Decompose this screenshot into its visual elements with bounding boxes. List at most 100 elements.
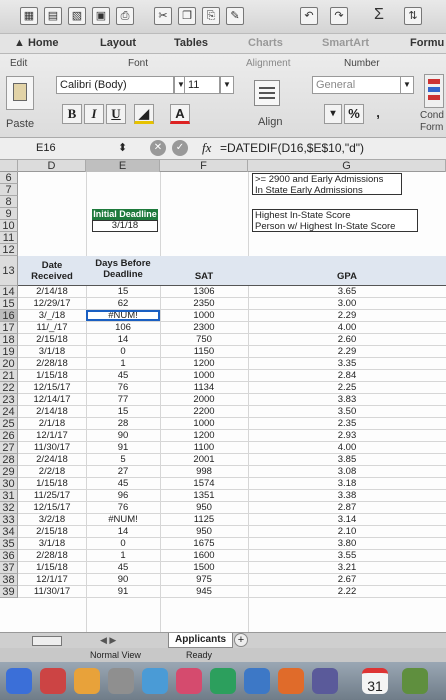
cell-gpa[interactable]: 4.00 xyxy=(248,442,446,453)
template-icon[interactable]: ▤ xyxy=(44,7,62,25)
cell-gpa[interactable]: 2.29 xyxy=(248,310,446,321)
app-icon[interactable] xyxy=(402,668,428,694)
cell-days-before[interactable]: 76 xyxy=(86,502,160,513)
cell-sat[interactable]: 1200 xyxy=(160,430,248,441)
row-header[interactable]: 37 xyxy=(0,562,18,574)
cell-date-received[interactable]: 2/1/18 xyxy=(18,418,86,429)
cell-sat[interactable]: 1306 xyxy=(160,286,248,297)
cell-gpa[interactable]: 2.93 xyxy=(248,430,446,441)
cell-days-before[interactable]: #NUM! xyxy=(86,514,160,525)
cell-days-before[interactable]: 15 xyxy=(86,406,160,417)
row-header[interactable]: 6 xyxy=(0,172,18,184)
row-header[interactable]: 21 xyxy=(0,370,18,382)
cell-date-received[interactable]: 3/_/18 xyxy=(18,310,86,321)
print-icon[interactable]: ⎙ xyxy=(116,7,134,25)
cell-date-received[interactable]: 1/15/18 xyxy=(18,478,86,489)
cell-date-received[interactable]: 2/15/18 xyxy=(18,526,86,537)
row-header[interactable]: 7 xyxy=(0,184,18,196)
app-icon[interactable] xyxy=(210,668,236,694)
cell-gpa[interactable]: 3.50 xyxy=(248,406,446,417)
row-header[interactable]: 28 xyxy=(0,454,18,466)
cell-sat[interactable]: 950 xyxy=(160,526,248,537)
cell-days-before[interactable]: 96 xyxy=(86,490,160,501)
cell-sat[interactable]: 975 xyxy=(160,574,248,585)
cell-sat[interactable]: 950 xyxy=(160,502,248,513)
cell-days-before[interactable]: 0 xyxy=(86,346,160,357)
row-header[interactable]: 32 xyxy=(0,502,18,514)
row-header[interactable]: 39 xyxy=(0,586,18,598)
row-header[interactable]: 20 xyxy=(0,358,18,370)
bold-button[interactable]: B xyxy=(62,104,82,124)
cell-gpa[interactable]: 2.22 xyxy=(248,586,446,597)
tab-charts[interactable]: Charts xyxy=(248,37,283,49)
column-header-g[interactable]: G xyxy=(248,160,446,172)
cell-days-before[interactable]: 90 xyxy=(86,430,160,441)
row-header[interactable]: 26 xyxy=(0,430,18,442)
app-icon[interactable] xyxy=(108,668,134,694)
name-box[interactable]: E16 xyxy=(36,142,56,154)
cell-days-before[interactable]: 1 xyxy=(86,550,160,561)
row-header[interactable]: 22 xyxy=(0,382,18,394)
cell-sat[interactable]: 2200 xyxy=(160,406,248,417)
app-icon[interactable] xyxy=(142,668,168,694)
format-painter-icon[interactable]: ✎ xyxy=(226,7,244,25)
cell-date-received[interactable]: 12/1/17 xyxy=(18,574,86,585)
header-gpa[interactable]: GPA xyxy=(248,256,446,285)
calendar-icon[interactable]: 31 xyxy=(362,668,388,694)
cell-date-received[interactable]: 11/25/17 xyxy=(18,490,86,501)
cell-gpa[interactable]: 3.83 xyxy=(248,394,446,405)
cell-days-before[interactable]: 90 xyxy=(86,574,160,585)
cell-days-before[interactable]: 45 xyxy=(86,478,160,489)
header-sat[interactable]: SAT xyxy=(160,256,248,285)
cell-gpa[interactable]: 3.38 xyxy=(248,490,446,501)
row-header[interactable]: 25 xyxy=(0,418,18,430)
cell-date-received[interactable]: 12/15/17 xyxy=(18,502,86,513)
cell-sat[interactable]: 1675 xyxy=(160,538,248,549)
tab-formulas[interactable]: Formu xyxy=(410,37,444,49)
row-header[interactable]: 34 xyxy=(0,526,18,538)
cell-date-received[interactable]: 12/1/17 xyxy=(18,430,86,441)
column-header-d[interactable]: D xyxy=(18,160,86,172)
app-icon[interactable] xyxy=(312,668,338,694)
cell-days-before[interactable]: 1 xyxy=(86,358,160,369)
cell-gpa[interactable]: 2.35 xyxy=(248,418,446,429)
font-color-icon[interactable]: A xyxy=(170,104,190,124)
cell-days-before[interactable]: 45 xyxy=(86,370,160,381)
cell-date-received[interactable]: 2/14/18 xyxy=(18,286,86,297)
tab-smartart[interactable]: SmartArt xyxy=(322,37,369,49)
row-header[interactable]: 29 xyxy=(0,466,18,478)
percent-button[interactable]: % xyxy=(344,104,364,124)
row-header[interactable]: 10 xyxy=(0,220,18,232)
save-icon[interactable]: ▣ xyxy=(92,7,110,25)
row-header[interactable]: 38 xyxy=(0,574,18,586)
cell-gpa[interactable]: 3.80 xyxy=(248,538,446,549)
cell-gpa[interactable]: 2.87 xyxy=(248,502,446,513)
cell-date-received[interactable]: 12/15/17 xyxy=(18,382,86,393)
number-format-select[interactable]: General xyxy=(312,76,402,94)
cell-date-received[interactable]: 12/14/17 xyxy=(18,394,86,405)
cell-sat[interactable]: 1200 xyxy=(160,358,248,369)
cell-sat[interactable]: 1574 xyxy=(160,478,248,489)
font-name-select[interactable]: Calibri (Body) xyxy=(56,76,174,94)
cell-sat[interactable]: 1134 xyxy=(160,382,248,393)
cell-days-before[interactable]: 5 xyxy=(86,454,160,465)
cell-days-before[interactable]: 28 xyxy=(86,418,160,429)
underline-button[interactable]: U xyxy=(106,104,126,124)
row-header[interactable]: 35 xyxy=(0,538,18,550)
column-header-e[interactable]: E xyxy=(86,160,160,172)
tab-layout[interactable]: Layout xyxy=(100,37,136,49)
font-size-chevron-icon[interactable]: ▼ xyxy=(220,76,234,94)
row-header[interactable]: 18 xyxy=(0,334,18,346)
row-header[interactable]: 23 xyxy=(0,394,18,406)
italic-button[interactable]: I xyxy=(84,104,104,124)
cell-days-before[interactable]: 15 xyxy=(86,286,160,297)
cell-gpa[interactable]: 4.00 xyxy=(248,322,446,333)
cell-date-received[interactable]: 3/2/18 xyxy=(18,514,86,525)
cell-days-before[interactable]: 91 xyxy=(86,442,160,453)
cell-sat[interactable]: 1600 xyxy=(160,550,248,561)
cell-sat[interactable]: 998 xyxy=(160,466,248,477)
cell-date-received[interactable]: 2/28/18 xyxy=(18,358,86,369)
autosum-icon[interactable]: Σ xyxy=(370,7,388,25)
row-header[interactable]: 8 xyxy=(0,196,18,208)
finder-icon[interactable] xyxy=(6,668,32,694)
